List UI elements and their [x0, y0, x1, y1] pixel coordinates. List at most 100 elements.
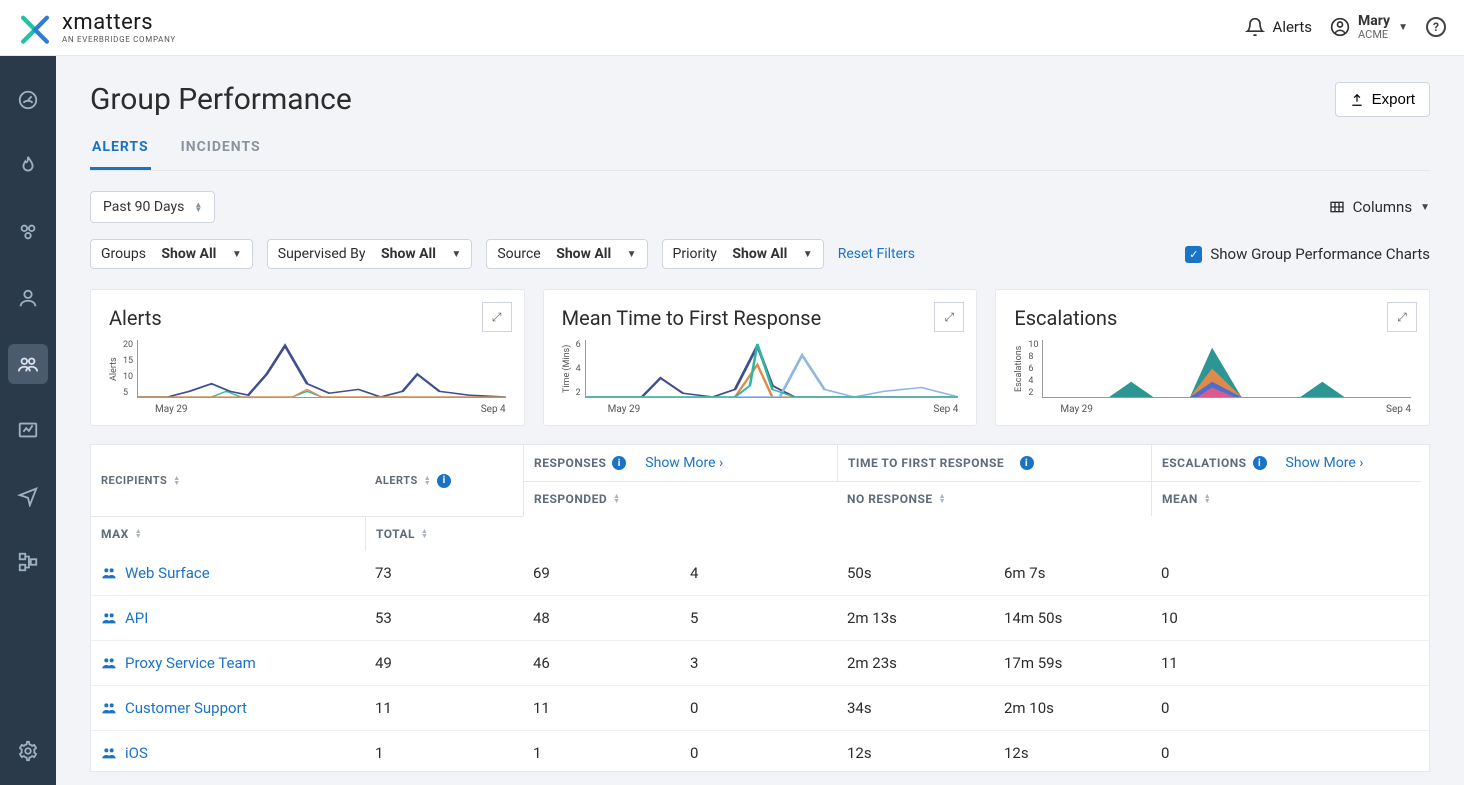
nav-analytics[interactable]: [8, 410, 48, 450]
table-row: Customer Support1111034s2m 10s0: [91, 686, 1429, 731]
nav-users[interactable]: [8, 278, 48, 318]
cell-max: 2m 10s: [994, 686, 1151, 730]
caret-down-icon: ▼: [1398, 22, 1408, 33]
cell-total: 10: [1151, 596, 1421, 640]
cell-total: 0: [1151, 731, 1421, 771]
card-esc-title: Escalations: [1014, 306, 1411, 330]
info-icon[interactable]: i: [1020, 456, 1034, 470]
sidenav: [0, 56, 56, 785]
info-icon[interactable]: i: [437, 474, 451, 488]
page-title: Group Performance: [90, 82, 352, 117]
user-org: ACME: [1358, 29, 1390, 41]
filter-groups[interactable]: Groups Show All ▼: [90, 239, 253, 269]
cell-max: 17m 59s: [994, 641, 1151, 685]
th-mean[interactable]: MEAN▲▼: [1151, 481, 1421, 516]
cell-alerts: 73: [365, 551, 523, 595]
reset-filters[interactable]: Reset Filters: [838, 246, 915, 262]
filter-supervised[interactable]: Supervised By Show All ▼: [267, 239, 473, 269]
th-recipients[interactable]: RECIPIENTS▲▼: [91, 445, 365, 516]
th-responses-group: RESPONSESi Show More ›: [523, 445, 837, 481]
columns-icon: [1329, 199, 1345, 215]
recipient-link[interactable]: Proxy Service Team: [91, 641, 365, 685]
recipient-link[interactable]: Web Surface: [91, 551, 365, 595]
user-icon: [1330, 17, 1350, 37]
filter-priority[interactable]: Priority Show All ▼: [662, 239, 824, 269]
info-icon[interactable]: i: [612, 456, 626, 470]
cell-alerts: 1: [365, 731, 523, 771]
th-ttfr-group: TIME TO FIRST RESPONSE i: [837, 445, 1151, 481]
expand-esc[interactable]: ⤢: [1387, 302, 1417, 332]
table-row: Web Surface7369450s6m 7s0: [91, 551, 1429, 596]
topbar: xmatters AN EVERBRIDGE COMPANY Alerts Ma…: [0, 0, 1464, 56]
nav-incidents[interactable]: [8, 146, 48, 186]
time-range-dropdown[interactable]: Past 90 Days ▲▼: [90, 191, 215, 223]
card-mttr: Mean Time to First Response ⤢ Time (Mins…: [543, 289, 978, 426]
brand-tagline: AN EVERBRIDGE COMPANY: [62, 36, 176, 44]
th-noresponse[interactable]: NO RESPONSE▲▼: [837, 481, 1151, 516]
cell-total: 11: [1151, 641, 1421, 685]
showmore-responses[interactable]: Show More ›: [645, 455, 723, 471]
cell-total: 0: [1151, 551, 1421, 595]
cell-responded: 46: [523, 641, 680, 685]
tab-incidents[interactable]: INCIDENTS: [179, 131, 263, 170]
th-max[interactable]: MAX▲▼: [91, 516, 365, 551]
help-button[interactable]: ?: [1426, 17, 1446, 37]
bell-icon: [1245, 17, 1265, 37]
info-icon[interactable]: i: [1253, 456, 1267, 470]
user-menu[interactable]: Mary ACME ▼: [1330, 14, 1408, 40]
performance-table: RECIPIENTS▲▼ ALERTS▲▼i RESPONSESi Show M…: [90, 444, 1430, 772]
expand-mttr[interactable]: ⤢: [934, 302, 964, 332]
cell-noresponse: 3: [680, 641, 837, 685]
alerts-bell[interactable]: Alerts: [1245, 17, 1313, 37]
card-alerts-title: Alerts: [109, 306, 506, 330]
card-alerts: Alerts ⤢ Alerts 2015105 May: [90, 289, 525, 426]
brand-name: xmatters: [62, 12, 176, 34]
cell-responded: 69: [523, 551, 680, 595]
cell-noresponse: 0: [680, 731, 837, 771]
nav-messaging[interactable]: [8, 476, 48, 516]
alerts-label: Alerts: [1273, 18, 1313, 36]
th-responded[interactable]: RESPONDED▲▼: [523, 481, 837, 516]
tab-alerts[interactable]: ALERTS: [90, 131, 151, 170]
logo-mark-icon: [18, 11, 52, 45]
nav-services[interactable]: [8, 212, 48, 252]
cell-responded: 48: [523, 596, 680, 640]
upload-icon: [1350, 93, 1364, 107]
expand-alerts[interactable]: ⤢: [482, 302, 512, 332]
th-esc-group: ESCALATIONSi Show More ›: [1151, 445, 1421, 481]
cell-total: 0: [1151, 686, 1421, 730]
logo[interactable]: xmatters AN EVERBRIDGE COMPANY: [18, 11, 176, 45]
table-row: iOS11012s12s0: [91, 731, 1429, 771]
recipient-link[interactable]: iOS: [91, 731, 365, 771]
th-alerts[interactable]: ALERTS▲▼i: [365, 445, 523, 516]
nav-workflows[interactable]: [8, 542, 48, 582]
card-mttr-title: Mean Time to First Response: [562, 306, 959, 330]
table-row: API534852m 13s14m 50s10: [91, 596, 1429, 641]
content: Group Performance Export ALERTS INCIDENT…: [56, 56, 1464, 785]
nav-groups[interactable]: [8, 344, 48, 384]
plot-esc: [1042, 340, 1411, 398]
cell-mean: 50s: [837, 551, 994, 595]
nav-settings[interactable]: [8, 731, 48, 771]
cell-max: 14m 50s: [994, 596, 1151, 640]
show-charts-toggle[interactable]: ✓ Show Group Performance Charts: [1185, 245, 1430, 263]
plot-alerts: [137, 340, 506, 398]
recipient-link[interactable]: API: [91, 596, 365, 640]
th-total[interactable]: TOTAL▲▼: [365, 516, 523, 551]
export-button[interactable]: Export: [1335, 82, 1430, 117]
nav-dashboard[interactable]: [8, 80, 48, 120]
showmore-escalations[interactable]: Show More ›: [1286, 455, 1364, 471]
filter-source[interactable]: Source Show All ▼: [486, 239, 647, 269]
cell-mean: 34s: [837, 686, 994, 730]
table-body[interactable]: Web Surface7369450s6m 7s0API534852m 13s1…: [91, 551, 1429, 771]
cell-noresponse: 4: [680, 551, 837, 595]
yaxis-mttr: 642: [572, 340, 585, 398]
card-escalations: Escalations ⤢ Escalations 108642: [995, 289, 1430, 426]
yaxis-alerts: 2015105: [119, 340, 137, 398]
cell-alerts: 11: [365, 686, 523, 730]
table-row: Proxy Service Team494632m 23s17m 59s11: [91, 641, 1429, 686]
columns-button[interactable]: Columns ▼: [1329, 198, 1430, 216]
recipient-link[interactable]: Customer Support: [91, 686, 365, 730]
tabs: ALERTS INCIDENTS: [90, 131, 1430, 171]
cell-alerts: 49: [365, 641, 523, 685]
